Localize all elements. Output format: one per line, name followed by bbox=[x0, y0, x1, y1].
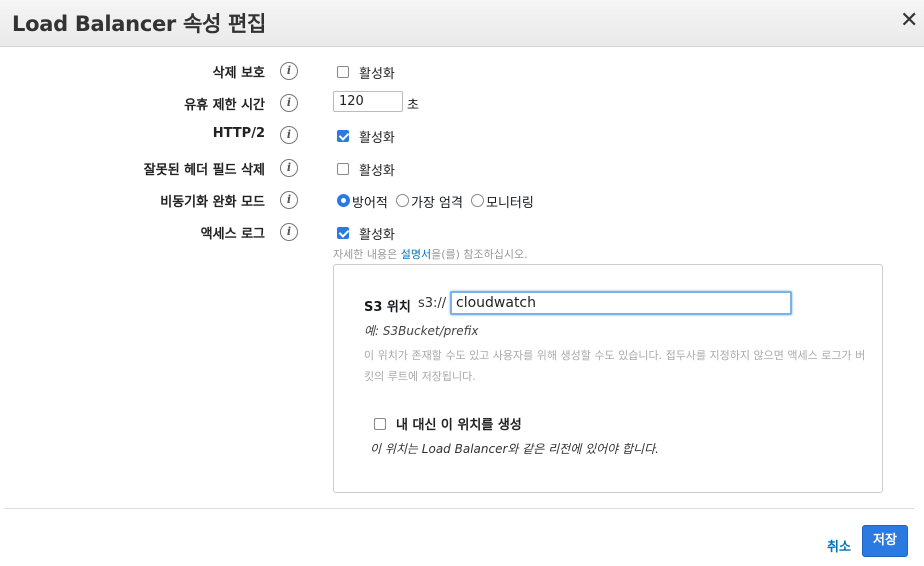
row-drop-invalid-headers: 잘못된 헤더 필드 삭제 i bbox=[0, 157, 924, 181]
info-icon[interactable]: i bbox=[280, 159, 298, 177]
s3-location-panel: S3 위치 s3:// 예: S3Bucket/prefix 이 위치가 존재할… bbox=[333, 264, 883, 493]
info-icon[interactable]: i bbox=[280, 223, 298, 241]
s3-location-label: S3 위치 bbox=[364, 300, 411, 315]
close-icon[interactable]: ✕ bbox=[900, 7, 920, 35]
s3-scheme-prefix: s3:// bbox=[418, 296, 447, 311]
desync-mitigation-label: 비동기화 완화 모드 bbox=[160, 195, 265, 210]
access-logs-label: 액세스 로그 bbox=[200, 227, 265, 242]
dialog-title: Load Balancer 속성 편집 bbox=[12, 12, 267, 36]
http2-label: HTTP/2 bbox=[212, 126, 265, 141]
documentation-link[interactable]: 설명서 bbox=[401, 248, 431, 261]
edit-attributes-dialog: Load Balancer 속성 편집 ✕ 삭제 보호 i 활성화 유휴 제한 … bbox=[0, 0, 924, 566]
deletion-protection-label: 삭제 보호 bbox=[212, 66, 265, 81]
radio-monitor-label: 모니터링 bbox=[486, 196, 534, 211]
info-icon[interactable]: i bbox=[280, 126, 298, 144]
radio-monitor[interactable] bbox=[471, 194, 484, 207]
access-logs-checkbox[interactable] bbox=[337, 227, 349, 239]
row-access-logs: 액세스 로그 i bbox=[0, 221, 924, 245]
drop-invalid-headers-checkbox[interactable] bbox=[337, 163, 349, 175]
help-suffix: 을(를) 참조하십시오. bbox=[431, 248, 528, 261]
row-http2: HTTP/2 i bbox=[0, 124, 924, 148]
info-icon[interactable]: i bbox=[280, 191, 298, 209]
radio-strictest[interactable] bbox=[396, 194, 409, 207]
radio-defensive-label: 방어적 bbox=[352, 196, 388, 211]
cancel-button[interactable]: 취소 bbox=[827, 536, 851, 555]
drop-invalid-headers-label: 잘못된 헤더 필드 삭제 bbox=[143, 163, 265, 178]
row-idle-timeout: 유휴 제한 시간 i bbox=[0, 92, 924, 116]
dialog-header: Load Balancer 속성 편집 ✕ bbox=[0, 0, 924, 47]
region-note: 이 위치는 Load Balancer와 같은 리전에 있어야 합니다. bbox=[370, 442, 659, 456]
create-location-checkbox[interactable] bbox=[374, 418, 386, 430]
access-logs-checkbox-label: 활성화 bbox=[359, 228, 395, 243]
idle-timeout-label: 유휴 제한 시간 bbox=[184, 98, 265, 113]
info-icon[interactable]: i bbox=[280, 94, 298, 112]
help-text: 자세한 내용은 설명서을(를) 참조하십시오. bbox=[333, 246, 528, 262]
deletion-protection-checkbox[interactable] bbox=[337, 66, 349, 78]
radio-defensive[interactable] bbox=[337, 194, 350, 207]
create-location-label: 내 대신 이 위치를 생성 bbox=[396, 418, 522, 433]
http2-checkbox-label: 활성화 bbox=[359, 131, 395, 146]
help-prefix: 자세한 내용은 bbox=[333, 248, 401, 261]
radio-strictest-label: 가장 엄격 bbox=[411, 196, 463, 211]
deletion-protection-checkbox-label: 활성화 bbox=[359, 67, 395, 82]
save-button[interactable]: 저장 bbox=[862, 525, 908, 557]
drop-invalid-headers-checkbox-label: 활성화 bbox=[359, 164, 395, 179]
row-deletion-protection: 삭제 보호 i bbox=[0, 60, 924, 84]
footer-divider bbox=[4, 508, 914, 509]
idle-timeout-input[interactable] bbox=[333, 91, 403, 112]
s3-location-note: 이 위치가 존재할 수도 있고 사용자를 위해 생성할 수도 있습니다. 접두사… bbox=[364, 349, 866, 383]
idle-timeout-unit: 초 bbox=[407, 98, 419, 113]
info-icon[interactable]: i bbox=[280, 62, 298, 80]
http2-checkbox[interactable] bbox=[337, 130, 349, 142]
s3-location-input[interactable] bbox=[450, 291, 792, 315]
s3-example-text: 예: S3Bucket/prefix bbox=[364, 324, 479, 338]
